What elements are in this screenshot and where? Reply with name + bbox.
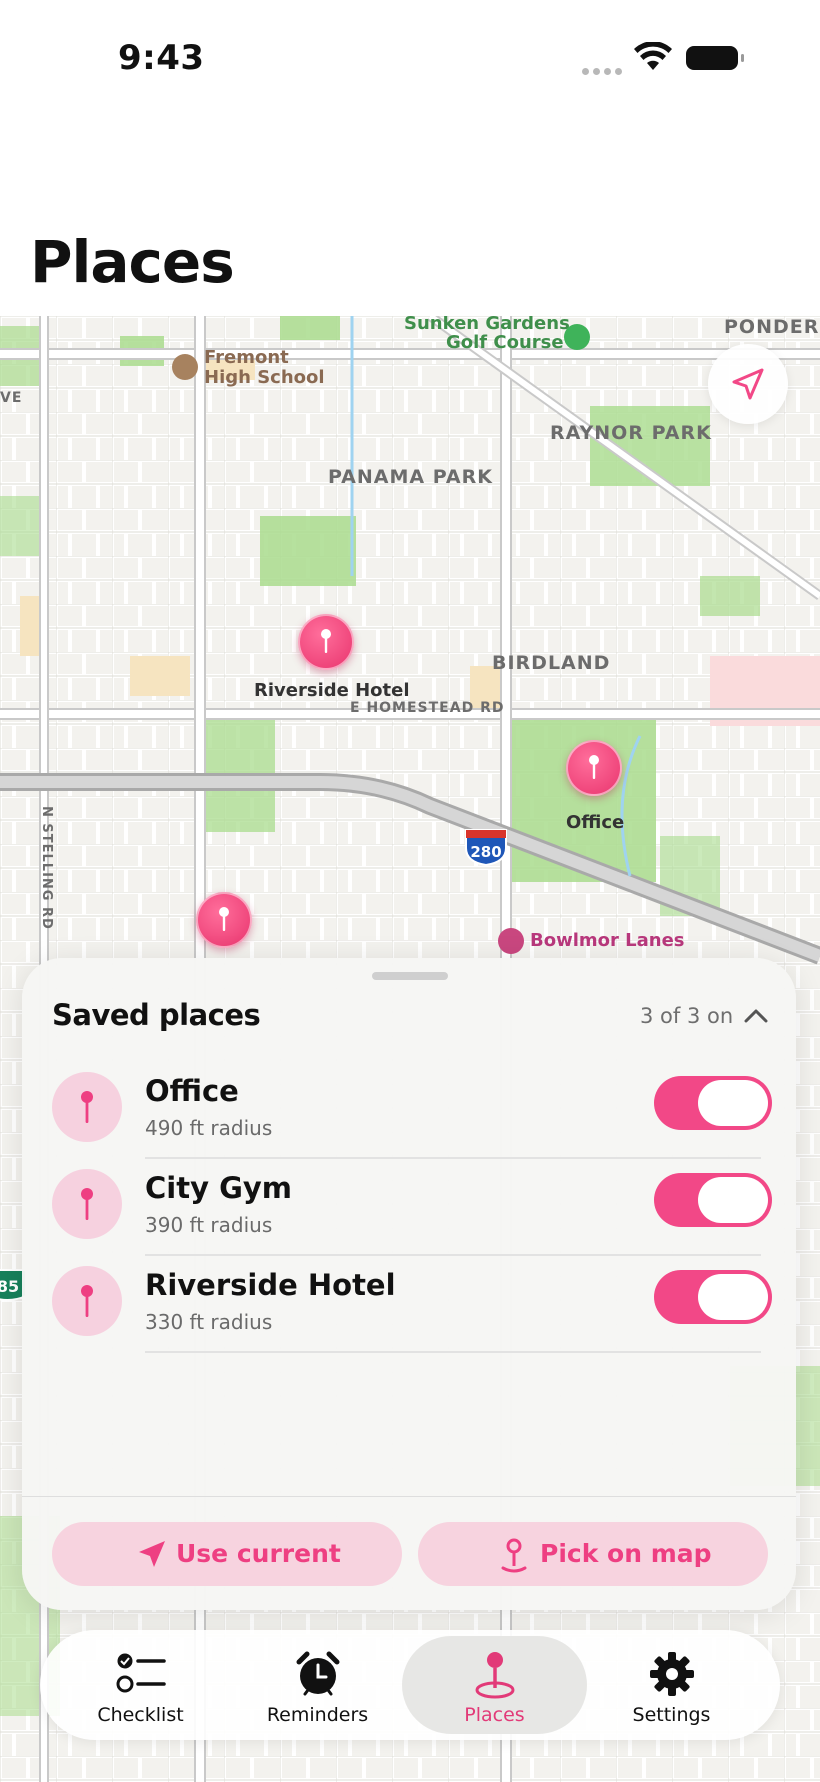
pin-icon <box>81 1188 93 1220</box>
pin-icon <box>219 907 229 931</box>
map-pin-icon <box>501 1538 527 1573</box>
tab-label: Places <box>464 1704 525 1726</box>
map-pin-label-riverside-hotel: Riverside Hotel <box>254 680 410 701</box>
place-radius: 330 ft radius <box>145 1310 273 1334</box>
use-current-location-button[interactable]: Use current <box>52 1522 402 1586</box>
tab-label: Reminders <box>266 1704 369 1726</box>
map-label-homestead-rd: E HOMESTEAD RD <box>350 700 505 716</box>
map-pin-office[interactable] <box>566 740 622 796</box>
map-pin-city-gym[interactable] <box>196 892 252 948</box>
map-pin-label-office: Office <box>566 812 625 833</box>
place-radius: 390 ft radius <box>145 1213 273 1237</box>
row-divider <box>145 1351 761 1353</box>
page-title: Places <box>30 228 235 296</box>
recenter-location-button[interactable] <box>708 344 788 424</box>
tab-label: Settings <box>632 1704 711 1726</box>
place-row-riverside-hotel[interactable]: Riverside Hotel 330 ft radius <box>52 1256 782 1353</box>
alarm-clock-icon <box>296 1651 339 1696</box>
map-label-fremont-high-school: Fremont High School <box>204 348 325 388</box>
highway-280-label: 280 <box>470 843 501 861</box>
pick-on-map-button[interactable]: Pick on map <box>418 1522 768 1586</box>
saved-places-sheet: Saved places 3 of 3 on Office 490 ft rad… <box>22 958 796 1610</box>
map-pin-icon <box>475 1652 514 1699</box>
highway-85-label: 85 <box>0 1277 19 1296</box>
map-label-raynor-park: RAYNOR PARK <box>550 422 712 444</box>
place-name: Office <box>145 1074 239 1108</box>
highway-280-shield: 280 <box>465 829 507 866</box>
place-pin-avatar <box>52 1266 122 1336</box>
status-bar: 9:43 <box>0 0 820 120</box>
status-time: 9:43 <box>118 38 205 78</box>
school-icon[interactable] <box>172 354 198 380</box>
enabled-count: 3 of 3 on <box>640 1004 734 1028</box>
golf-icon[interactable] <box>564 324 590 350</box>
place-radius: 490 ft radius <box>145 1116 273 1140</box>
sheet-title: Saved places <box>52 998 261 1032</box>
map-label-ponderosa: PONDEROS <box>724 316 820 338</box>
tab-reminders[interactable]: Reminders <box>225 1636 410 1734</box>
place-enabled-toggle[interactable] <box>654 1270 772 1324</box>
pin-icon <box>589 755 599 779</box>
chevron-up-icon[interactable] <box>740 1000 772 1032</box>
battery-icon <box>686 46 744 70</box>
location-arrow-icon <box>732 368 764 400</box>
checklist-icon <box>116 1653 166 1693</box>
map-label-birdland: BIRDLAND <box>492 652 611 674</box>
wifi-icon <box>634 42 672 70</box>
place-enabled-toggle[interactable] <box>654 1076 772 1130</box>
gear-icon <box>649 1652 694 1696</box>
place-enabled-toggle[interactable] <box>654 1173 772 1227</box>
tab-label: Checklist <box>97 1704 184 1726</box>
pin-icon <box>81 1091 93 1123</box>
map-label-bowlmor: Bowlmor Lanes <box>530 930 685 951</box>
map-label-sunken-gardens: Sunken Gardens Golf Course <box>404 316 570 352</box>
map-label-stelling-rd: N STELLING RD <box>39 806 54 930</box>
map-label-text: Sunken Gardens <box>404 316 570 334</box>
map-label-text: Fremont <box>204 347 289 368</box>
toggle-knob <box>698 1274 768 1320</box>
map-label-panama-park: PANAMA PARK <box>328 466 493 488</box>
location-arrow-icon <box>139 1541 165 1567</box>
pin-icon <box>81 1285 93 1317</box>
place-name: Riverside Hotel <box>145 1268 396 1302</box>
tab-places[interactable]: Places <box>402 1636 587 1734</box>
pin-icon <box>321 629 331 653</box>
pick-on-map-label: Pick on map <box>540 1539 712 1568</box>
footer-divider <box>22 1496 796 1497</box>
tab-bar: Checklist Reminders Places Settings <box>40 1630 780 1740</box>
place-pin-avatar <box>52 1072 122 1142</box>
place-name: City Gym <box>145 1171 293 1205</box>
place-pin-avatar <box>52 1169 122 1239</box>
place-row-city-gym[interactable]: City Gym 390 ft radius <box>52 1159 782 1256</box>
bowling-icon[interactable] <box>498 928 524 954</box>
sheet-grabber[interactable] <box>372 972 448 980</box>
toggle-knob <box>698 1080 768 1126</box>
map-pin-riverside-hotel[interactable] <box>298 614 354 670</box>
map-label-text: Golf Course <box>446 332 564 353</box>
use-current-label: Use current <box>176 1539 341 1568</box>
map-label-ve: VE <box>0 390 23 406</box>
tab-checklist[interactable]: Checklist <box>48 1636 233 1734</box>
cellular-signal-icon <box>582 62 626 80</box>
tab-settings[interactable]: Settings <box>579 1636 764 1734</box>
place-row-office[interactable]: Office 490 ft radius <box>52 1062 782 1159</box>
map-label-text: High School <box>204 367 325 388</box>
toggle-knob <box>698 1177 768 1223</box>
